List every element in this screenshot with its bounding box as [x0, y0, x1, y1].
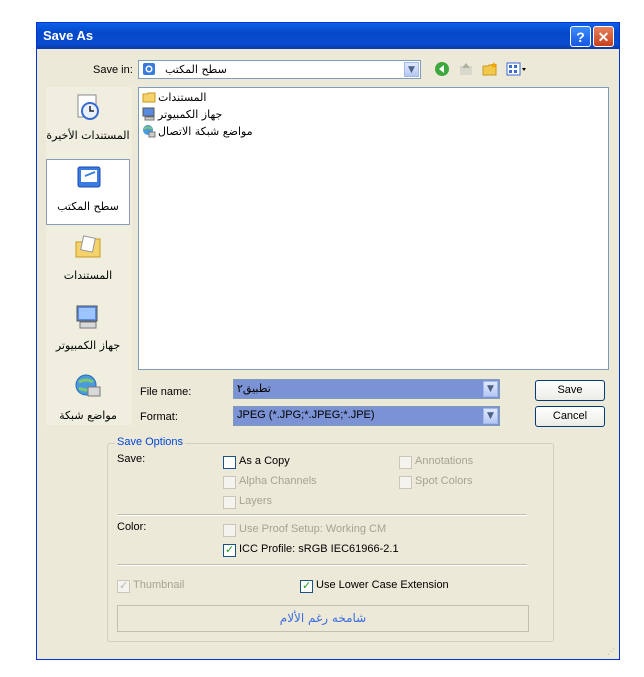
save-in-label: Save in: — [93, 64, 133, 76]
my-documents-icon — [74, 233, 102, 261]
as-a-copy-label[interactable]: As a Copy — [239, 455, 290, 467]
network-places-icon — [74, 373, 102, 401]
place-my-computer[interactable]: جهاز الكمبيوتر — [46, 299, 130, 365]
annotations-checkbox[interactable] — [399, 456, 412, 469]
lower-case-extension-label[interactable]: Use Lower Case Extension — [316, 579, 452, 591]
save-in-dropdown[interactable]: سطح المكتب ▼ — [138, 60, 421, 79]
thumbnail-label[interactable]: Thumbnail — [133, 579, 184, 591]
cancel-button[interactable]: Cancel — [535, 406, 605, 427]
place-label: جهاز الكمبيوتر — [55, 339, 121, 352]
place-recent-documents[interactable]: المستندات الأخيرة — [46, 89, 130, 155]
save-as-dialog: Save As ? ✕ Save in: سطح المكتب ▼ المستن… — [36, 22, 620, 660]
checkmark-icon: ✓ — [225, 543, 235, 556]
place-my-documents[interactable]: المستندات — [46, 229, 130, 295]
format-label: Format: — [140, 411, 178, 423]
place-label: سطح المكتب — [57, 200, 119, 213]
chevron-down-icon[interactable]: ▼ — [483, 408, 498, 424]
checkmark-icon: ✓ — [302, 579, 312, 592]
save-options-title: Save Options — [115, 436, 186, 448]
spot-colors-checkbox[interactable] — [399, 476, 412, 489]
chevron-down-icon[interactable]: ▼ — [483, 381, 498, 397]
format-dropdown[interactable]: JPEG (*.JPG;*.JPEG;*.JPE) ▼ — [233, 406, 500, 426]
place-desktop[interactable]: سطح المكتب — [46, 159, 130, 225]
layers-checkbox[interactable] — [223, 496, 236, 509]
my-computer-icon — [74, 303, 102, 331]
close-button[interactable]: ✕ — [593, 26, 614, 47]
resize-grip-icon[interactable]: ⋰ — [607, 647, 617, 657]
desktop-icon — [75, 164, 103, 192]
spot-colors-label[interactable]: Spot Colors — [415, 475, 472, 487]
network-icon — [142, 124, 156, 138]
file-name-label: File name: — [140, 386, 192, 398]
save-label: Save: — [117, 453, 146, 465]
place-label: المستندات — [63, 269, 113, 282]
use-proof-setup-label[interactable]: Use Proof Setup: Working CM — [239, 523, 401, 535]
annotations-label[interactable]: Annotations — [415, 455, 473, 467]
views-menu-icon[interactable] — [506, 61, 528, 77]
icc-profile-checkbox[interactable]: ✓ — [223, 543, 236, 557]
up-folder-icon[interactable] — [458, 61, 474, 77]
use-proof-setup-checkbox[interactable] — [223, 524, 236, 537]
checkmark-icon: ✓ — [119, 579, 129, 592]
alpha-channels-checkbox[interactable] — [223, 476, 236, 489]
places-bar: المستندات الأخيرة سطح المكتب المستندات ج… — [46, 87, 132, 425]
place-label: مواضع شبكة — [59, 409, 117, 422]
dialog-title: Save As — [43, 28, 94, 43]
chevron-down-icon[interactable]: ▼ — [404, 62, 419, 77]
thumbnail-checkbox[interactable]: ✓ — [117, 579, 130, 593]
divider — [117, 514, 527, 516]
documents-folder-icon — [142, 90, 156, 104]
color-label: Color: — [117, 521, 147, 533]
place-network[interactable]: مواضع شبكة — [46, 369, 130, 435]
list-item[interactable]: مواضع شبكة الاتصال — [142, 123, 253, 139]
save-button[interactable]: Save — [535, 380, 605, 401]
new-folder-icon[interactable] — [482, 61, 498, 77]
file-name: المستندات — [158, 90, 207, 104]
list-item[interactable]: المستندات — [142, 89, 206, 105]
icc-profile-label[interactable]: ICC Profile: sRGB IEC61966-2.1 — [239, 543, 399, 555]
title-bar[interactable]: Save As ? ✕ — [37, 23, 619, 49]
back-icon[interactable] — [434, 61, 450, 77]
file-list[interactable]: المستندات جهاز الكمبيوتر مواضع شبكة الات… — [138, 87, 609, 370]
alpha-channels-label[interactable]: Alpha Channels — [239, 475, 317, 487]
recent-documents-icon — [74, 93, 102, 121]
list-item[interactable]: جهاز الكمبيوتر — [142, 106, 222, 122]
place-label: المستندات الأخيرة — [46, 129, 130, 142]
layers-label[interactable]: Layers — [239, 495, 272, 507]
preview-banner: شامخه رغم الألام — [117, 605, 529, 632]
lower-case-extension-checkbox[interactable]: ✓ — [300, 579, 313, 593]
divider — [117, 564, 527, 566]
as-a-copy-checkbox[interactable] — [223, 456, 236, 469]
file-name-value: تطبيق٢ — [237, 382, 271, 395]
desktop-small-icon — [142, 62, 156, 76]
help-button[interactable]: ? — [570, 26, 591, 47]
file-name: جهاز الكمبيوتر — [158, 107, 223, 121]
file-name: مواضع شبكة الاتصال — [158, 124, 253, 138]
save-in-value: سطح المكتب — [165, 63, 227, 76]
computer-icon — [142, 107, 156, 121]
format-value: JPEG (*.JPG;*.JPEG;*.JPE) — [237, 409, 375, 421]
file-name-input[interactable]: تطبيق٢ ▼ — [233, 379, 500, 399]
